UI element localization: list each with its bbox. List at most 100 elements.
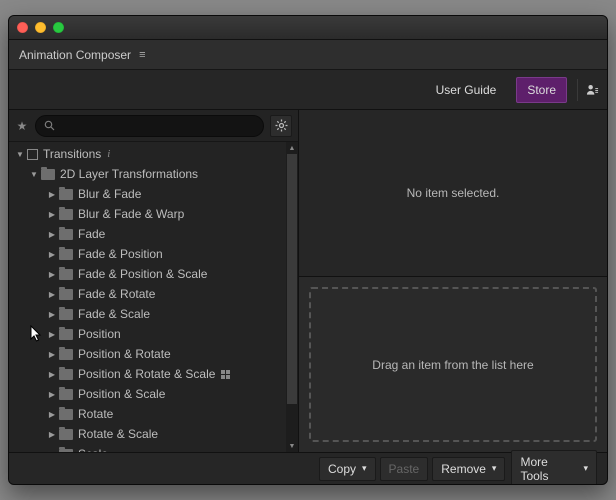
tree-item[interactable]: Position & Rotate xyxy=(9,344,298,364)
chevron-right-icon[interactable] xyxy=(47,310,57,319)
main-area: ★ Transitions i xyxy=(9,110,607,452)
scroll-thumb[interactable] xyxy=(287,154,297,404)
tree-label: Fade & Position & Scale xyxy=(78,267,207,281)
chevron-right-icon[interactable] xyxy=(47,290,57,299)
tree-root-transitions[interactable]: Transitions i xyxy=(9,144,298,164)
folder-icon xyxy=(59,349,73,360)
category-icon xyxy=(27,149,38,160)
scroll-down-icon[interactable]: ▼ xyxy=(286,440,298,452)
tree-view: Transitions i 2D Layer Transformations B… xyxy=(9,142,298,452)
chevron-down-icon[interactable] xyxy=(29,170,39,179)
tree-label: Position xyxy=(78,327,121,341)
minimize-icon[interactable] xyxy=(35,22,46,33)
preview-pane: No item selected. xyxy=(299,110,607,277)
settings-button[interactable] xyxy=(270,115,292,137)
chevron-right-icon[interactable] xyxy=(47,190,57,199)
info-icon[interactable]: i xyxy=(107,148,110,160)
folder-icon xyxy=(59,449,73,453)
preview-empty-text: No item selected. xyxy=(407,186,500,200)
grid-icon xyxy=(221,370,230,379)
tree-label: Position & Scale xyxy=(78,387,165,401)
chevron-right-icon[interactable] xyxy=(47,410,57,419)
search-icon xyxy=(44,120,55,131)
chevron-right-icon[interactable] xyxy=(47,230,57,239)
folder-icon xyxy=(41,169,55,180)
panel-menu-icon[interactable]: ≡ xyxy=(139,49,145,61)
scroll-up-icon[interactable]: ▲ xyxy=(286,142,298,154)
tree-group-2d-layer[interactable]: 2D Layer Transformations xyxy=(9,164,298,184)
drop-zone[interactable]: Drag an item from the list here xyxy=(309,287,597,442)
chevron-right-icon[interactable] xyxy=(47,210,57,219)
tree-item[interactable]: Blur & Fade xyxy=(9,184,298,204)
tree-label: Scale xyxy=(78,447,108,452)
tree-label: Position & Rotate & Scale xyxy=(78,367,215,381)
folder-icon xyxy=(59,209,73,220)
drop-hint-text: Drag an item from the list here xyxy=(372,358,533,372)
folder-icon xyxy=(59,389,73,400)
panel-title: Animation Composer xyxy=(19,48,131,62)
copy-button[interactable]: Copy xyxy=(319,457,376,481)
tree-item[interactable]: Rotate xyxy=(9,404,298,424)
app-window: Animation Composer ≡ User Guide Store ★ xyxy=(8,15,608,485)
folder-icon xyxy=(59,189,73,200)
tree-item[interactable]: Fade & Position xyxy=(9,244,298,264)
search-field[interactable] xyxy=(59,120,255,132)
tree-item[interactable]: Fade & Rotate xyxy=(9,284,298,304)
tree-item[interactable]: Blur & Fade & Warp xyxy=(9,204,298,224)
chevron-right-icon[interactable] xyxy=(47,370,57,379)
search-input[interactable] xyxy=(35,115,264,137)
maximize-icon[interactable] xyxy=(53,22,64,33)
tree-label: Fade & Rotate xyxy=(78,287,155,301)
bottombar: Copy Paste Remove More Tools xyxy=(9,452,607,484)
user-icon xyxy=(586,83,599,97)
content-area: No item selected. Drag an item from the … xyxy=(299,110,607,452)
tree-label: 2D Layer Transformations xyxy=(60,167,198,181)
tree-label: Rotate & Scale xyxy=(78,427,158,441)
folder-icon xyxy=(59,409,73,420)
tree-item[interactable]: Scale xyxy=(9,444,298,452)
chevron-right-icon[interactable] xyxy=(47,450,57,453)
chevron-right-icon[interactable] xyxy=(47,250,57,259)
tree-item[interactable]: Position & Scale xyxy=(9,384,298,404)
remove-button[interactable]: Remove xyxy=(432,457,505,481)
tree-label: Fade & Position xyxy=(78,247,163,261)
scrollbar[interactable]: ▲ ▼ xyxy=(286,142,298,452)
tree-label: Fade & Scale xyxy=(78,307,150,321)
chevron-right-icon[interactable] xyxy=(47,330,57,339)
favorites-icon[interactable]: ★ xyxy=(15,119,29,133)
more-tools-button[interactable]: More Tools xyxy=(511,450,597,486)
tree-label: Position & Rotate xyxy=(78,347,171,361)
tree-item[interactable]: Position & Rotate & Scale xyxy=(9,364,298,384)
folder-icon xyxy=(59,329,73,340)
tree-item[interactable]: Fade & Scale xyxy=(9,304,298,324)
tree-item[interactable]: Position xyxy=(9,324,298,344)
tree-label: Blur & Fade & Warp xyxy=(78,207,184,221)
tree-label: Transitions xyxy=(43,147,101,161)
titlebar xyxy=(9,16,607,40)
store-button[interactable]: Store xyxy=(516,77,567,103)
tree-item[interactable]: Rotate & Scale xyxy=(9,424,298,444)
folder-icon xyxy=(59,249,73,260)
tree-label: Fade xyxy=(78,227,105,241)
folder-icon xyxy=(59,309,73,320)
tree-item[interactable]: Fade & Position & Scale xyxy=(9,264,298,284)
account-button[interactable] xyxy=(577,79,599,101)
folder-icon xyxy=(59,369,73,380)
chevron-right-icon[interactable] xyxy=(47,430,57,439)
chevron-right-icon[interactable] xyxy=(47,390,57,399)
paste-button[interactable]: Paste xyxy=(380,457,429,481)
topbar: User Guide Store xyxy=(9,70,607,110)
chevron-right-icon[interactable] xyxy=(47,270,57,279)
tree-label: Rotate xyxy=(78,407,113,421)
chevron-down-icon[interactable] xyxy=(15,150,25,159)
tree-item[interactable]: Fade xyxy=(9,224,298,244)
gear-icon xyxy=(275,119,288,132)
search-row: ★ xyxy=(9,110,298,142)
close-icon[interactable] xyxy=(17,22,28,33)
panel-header: Animation Composer ≡ xyxy=(9,40,607,70)
user-guide-button[interactable]: User Guide xyxy=(426,78,507,102)
chevron-right-icon[interactable] xyxy=(47,350,57,359)
folder-icon xyxy=(59,229,73,240)
folder-icon xyxy=(59,429,73,440)
tree-label: Blur & Fade xyxy=(78,187,141,201)
